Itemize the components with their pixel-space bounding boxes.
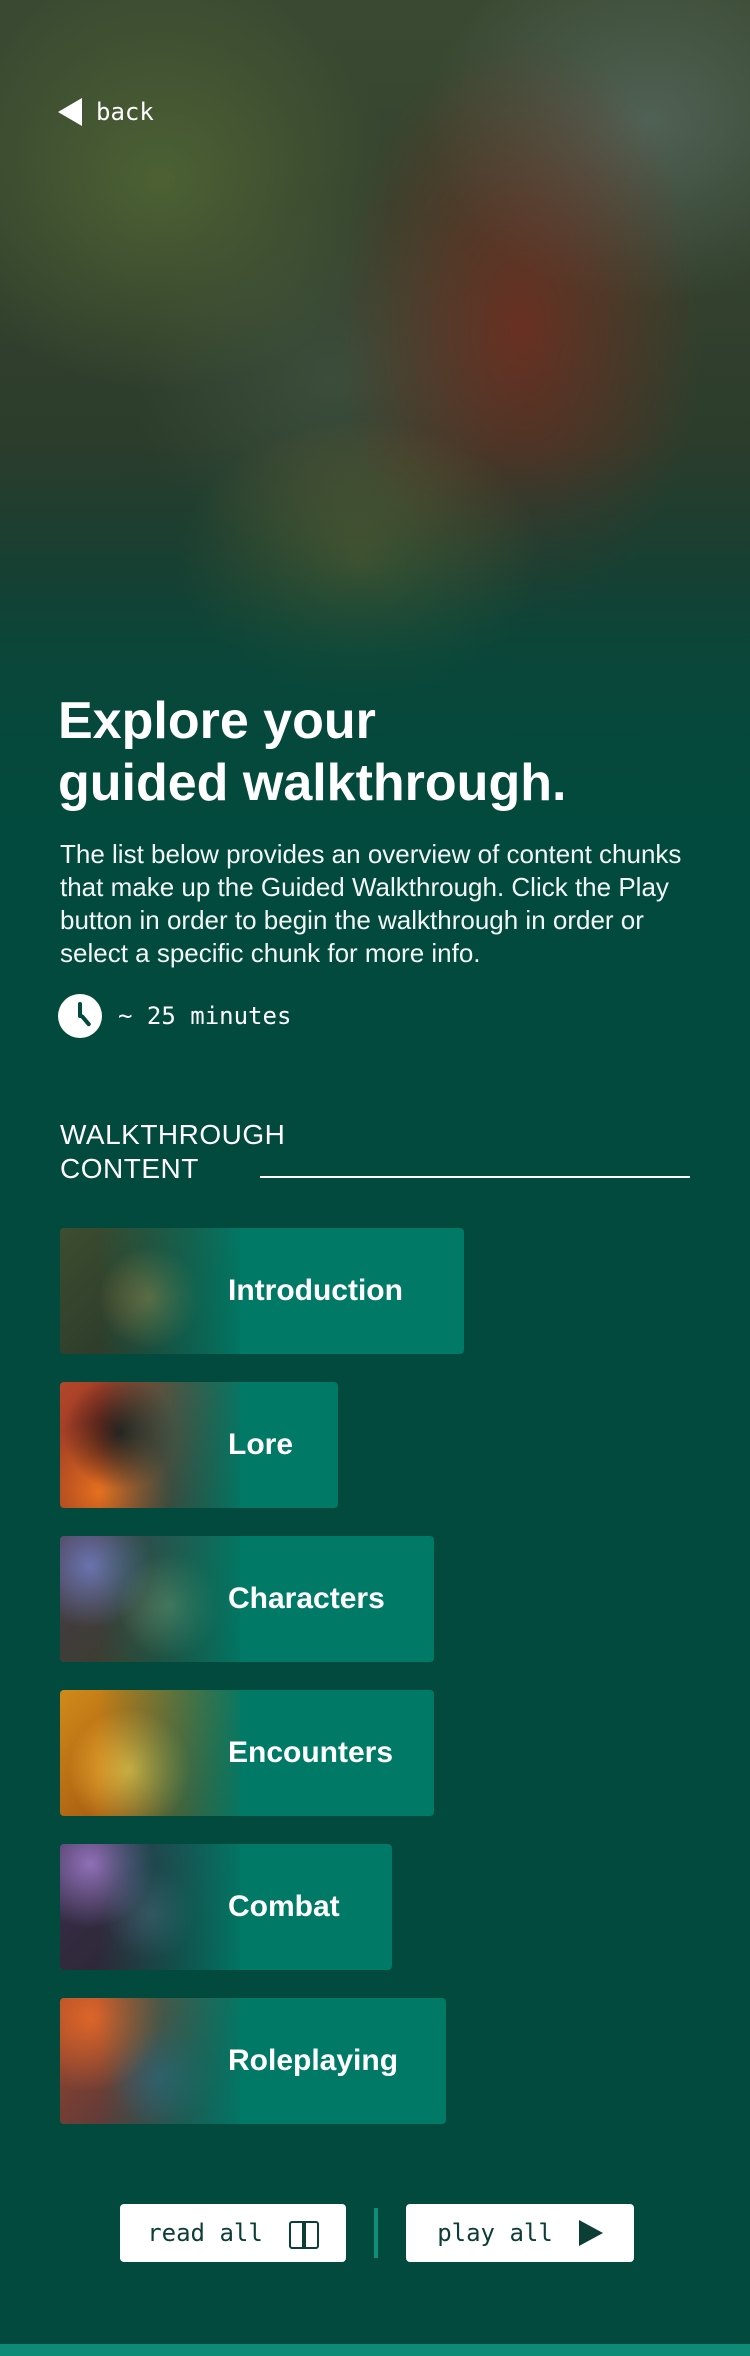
- section-title-line1: WALKTHROUGH: [60, 1119, 286, 1150]
- page-title: Explore your guided walkthrough.: [58, 690, 698, 814]
- section-header: WALKTHROUGH CONTENT: [60, 1118, 700, 1188]
- chunk-label: Encounters: [228, 1736, 394, 1769]
- chunk-label: Combat: [228, 1890, 340, 1923]
- duration-label: ~ 25 minutes: [118, 1002, 292, 1030]
- thumbnail-fade: [60, 1382, 250, 1508]
- bottom-bar: [0, 2344, 750, 2356]
- page-description: The list below provides an overview of c…: [60, 839, 682, 968]
- book-icon: [288, 2221, 319, 2249]
- thumbnail-fade: [60, 1228, 250, 1354]
- play-icon: [578, 2220, 603, 2246]
- chunk-combat[interactable]: Combat: [60, 1844, 392, 1970]
- chunk-roleplaying[interactable]: Roleplaying: [60, 1998, 446, 2124]
- footer-actions: read all play all: [120, 2204, 634, 2262]
- chunk-lore[interactable]: Lore: [60, 1382, 338, 1508]
- read-all-button[interactable]: read all: [120, 2204, 346, 2262]
- thumbnail-fade: [60, 1844, 250, 1970]
- section-divider: [260, 1176, 690, 1178]
- chunk-label: Characters: [228, 1582, 385, 1615]
- chunk-encounters[interactable]: Encounters: [60, 1690, 434, 1816]
- play-all-button[interactable]: play all: [406, 2204, 634, 2262]
- thumbnail-fade: [60, 1690, 250, 1816]
- button-divider: [374, 2208, 378, 2258]
- back-label: back: [96, 98, 154, 126]
- page-title-line1: Explore your: [58, 692, 376, 750]
- thumbnail-fade: [60, 1998, 250, 2124]
- chunk-characters[interactable]: Characters: [60, 1536, 434, 1662]
- clock-icon: [58, 994, 102, 1038]
- chunk-label: Lore: [228, 1428, 294, 1461]
- thumbnail-fade: [60, 1536, 250, 1662]
- page-title-line2: guided walkthrough.: [58, 754, 567, 812]
- read-all-label: read all: [147, 2219, 263, 2247]
- duration-info: ~ 25 minutes: [58, 994, 291, 1038]
- chunk-introduction[interactable]: Introduction: [60, 1228, 464, 1354]
- section-title-line2: CONTENT: [60, 1153, 199, 1184]
- back-arrow-icon: [58, 98, 82, 126]
- play-all-label: play all: [437, 2219, 553, 2247]
- chunk-label: Introduction: [228, 1274, 403, 1307]
- chunk-label: Roleplaying: [228, 2044, 399, 2077]
- back-button[interactable]: back: [58, 98, 154, 126]
